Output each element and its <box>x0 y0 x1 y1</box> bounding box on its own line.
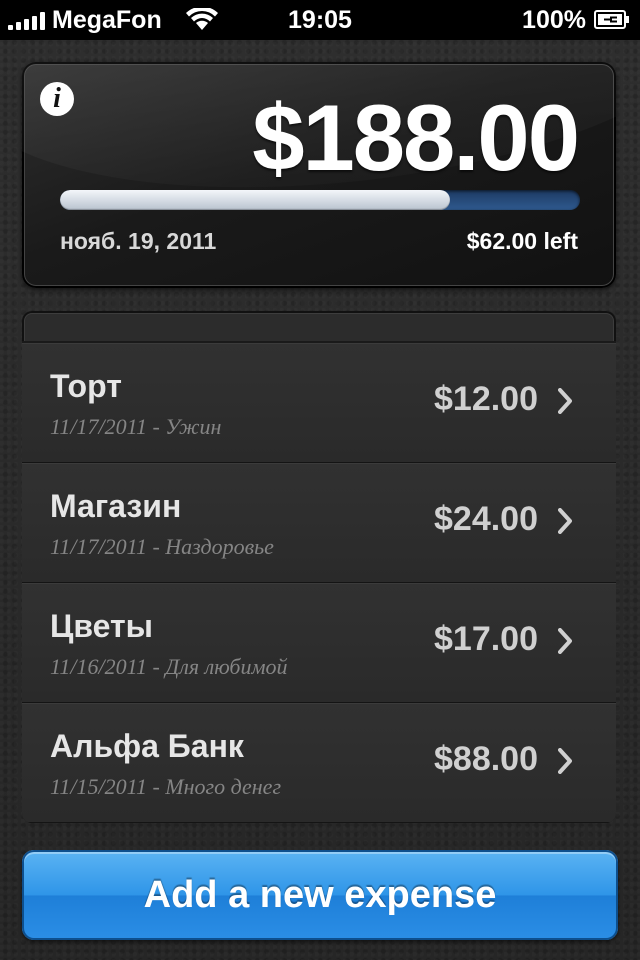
expense-date-category: 11/17/2011 - Ужин <box>50 414 222 439</box>
chevron-right-icon <box>558 388 572 414</box>
expense-amount: $12.00 <box>434 380 538 418</box>
budget-summary-card: i $188.00 нояб. 19, 2011 $62.00 left <box>22 62 616 288</box>
budget-progress-fill <box>60 190 450 210</box>
expense-name: Альфа Банк <box>50 728 244 764</box>
expense-amount: $24.00 <box>434 500 538 538</box>
expense-name: Торт <box>50 368 122 404</box>
list-item-partial <box>22 311 616 343</box>
expense-date-category: 11/15/2011 - Много денег <box>50 774 282 799</box>
expense-row[interactable]: Цветы 11/16/2011 - Для любимой $17.00 <box>22 583 616 703</box>
expense-amount: $17.00 <box>434 620 538 658</box>
amount-left: $62.00 left <box>466 228 578 254</box>
expense-row[interactable]: Альфа Банк 11/15/2011 - Много денег $88.00 <box>22 703 616 823</box>
battery-charging-icon <box>594 10 629 29</box>
expense-date-category: 11/16/2011 - Для любимой <box>50 654 288 679</box>
chevron-right-icon <box>558 508 572 534</box>
battery-percentage: 100% <box>522 6 586 34</box>
expense-amount: $88.00 <box>434 740 538 778</box>
expense-list[interactable]: Торт 11/17/2011 - Ужин $12.00 Магазин 11/17/… <box>22 311 616 823</box>
info-icon[interactable]: i <box>40 82 74 116</box>
chevron-right-icon <box>558 628 572 654</box>
total-spent: $188.00 <box>252 85 580 190</box>
expense-row[interactable]: Торт 11/17/2011 - Ужин $12.00 <box>22 343 616 463</box>
budget-date: нояб. 19, 2011 <box>60 228 217 254</box>
expense-name: Магазин <box>50 488 182 524</box>
expense-date-category: 11/17/2011 - Наздоровье <box>50 534 274 559</box>
budget-progress-bar <box>60 190 580 210</box>
status-bar: MegaFon 19:05 100% <box>0 0 640 40</box>
chevron-right-icon <box>558 748 572 774</box>
expense-name: Цветы <box>50 608 153 644</box>
expense-row[interactable]: Магазин 11/17/2011 - Наздоровье $24.00 <box>22 463 616 583</box>
add-expense-button[interactable]: Add a new expense <box>22 850 618 940</box>
